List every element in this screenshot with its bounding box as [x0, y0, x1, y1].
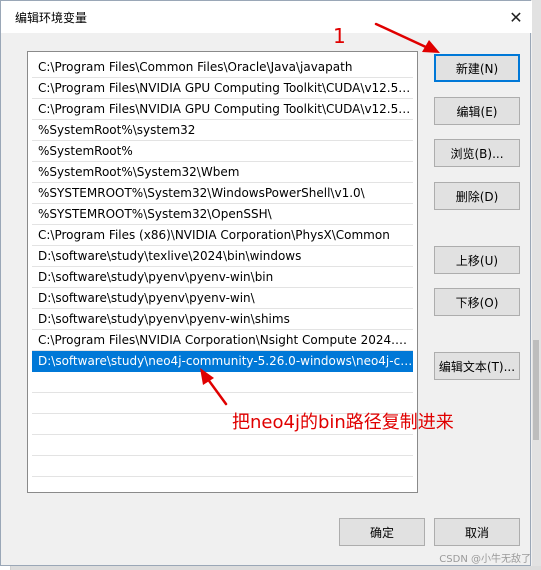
background-window-bottom	[0, 566, 541, 570]
path-row[interactable]: %SystemRoot%\system32	[32, 120, 413, 141]
path-row[interactable]: C:\Program Files\NVIDIA Corporation\Nsig…	[32, 330, 413, 351]
background-window-right	[532, 0, 541, 570]
empty-row	[32, 435, 413, 456]
move-down-button[interactable]: 下移(O)	[434, 288, 520, 316]
path-row[interactable]: C:\Program Files\NVIDIA GPU Computing To…	[32, 78, 413, 99]
path-row[interactable]: C:\Program Files\NVIDIA GPU Computing To…	[32, 99, 413, 120]
cancel-button[interactable]: 取消	[434, 518, 520, 546]
path-row[interactable]: D:\software\study\pyenv\pyenv-win\	[32, 288, 413, 309]
annotation-step-number: 1	[333, 24, 346, 48]
edit-text-button[interactable]: 编辑文本(T)...	[434, 352, 520, 380]
dialog-title: 编辑环境变量	[15, 11, 88, 25]
annotation-instruction: 把neo4j的bin路径复制进来	[232, 412, 454, 433]
delete-button[interactable]: 删除(D)	[434, 182, 520, 210]
path-row[interactable]: C:\Program Files (x86)\NVIDIA Corporatio…	[32, 225, 413, 246]
empty-row	[32, 372, 413, 393]
browse-button[interactable]: 浏览(B)...	[434, 139, 520, 167]
path-row[interactable]: D:\software\study\texlive\2024\bin\windo…	[32, 246, 413, 267]
watermark: CSDN @小牛无敌了	[439, 554, 531, 565]
close-icon[interactable]: ✕	[502, 3, 530, 31]
title-bar[interactable]: 编辑环境变量 ✕	[1, 1, 532, 33]
ok-button[interactable]: 确定	[339, 518, 425, 546]
edit-button[interactable]: 编辑(E)	[434, 97, 520, 125]
path-row[interactable]: D:\software\study\pyenv\pyenv-win\bin	[32, 267, 413, 288]
empty-row	[32, 456, 413, 477]
path-row[interactable]: %SYSTEMROOT%\System32\OpenSSH\	[32, 204, 413, 225]
path-row[interactable]: C:\Program Files\Common Files\Oracle\Jav…	[32, 57, 413, 78]
background-scrollbar	[533, 340, 539, 440]
path-row[interactable]: %SystemRoot%	[32, 141, 413, 162]
path-row[interactable]: %SYSTEMROOT%\System32\WindowsPowerShell\…	[32, 183, 413, 204]
path-row[interactable]: D:\software\study\pyenv\pyenv-win\shims	[32, 309, 413, 330]
new-button[interactable]: 新建(N)	[434, 54, 520, 82]
edit-environment-variable-dialog: 编辑环境变量 ✕ C:\Program Files\Common Files\O…	[0, 0, 532, 566]
path-row[interactable]: %SystemRoot%\System32\Wbem	[32, 162, 413, 183]
move-up-button[interactable]: 上移(U)	[434, 246, 520, 274]
path-rows: C:\Program Files\Common Files\Oracle\Jav…	[28, 57, 417, 372]
path-row-selected[interactable]: D:\software\study\neo4j-community-5.26.0…	[32, 351, 413, 372]
